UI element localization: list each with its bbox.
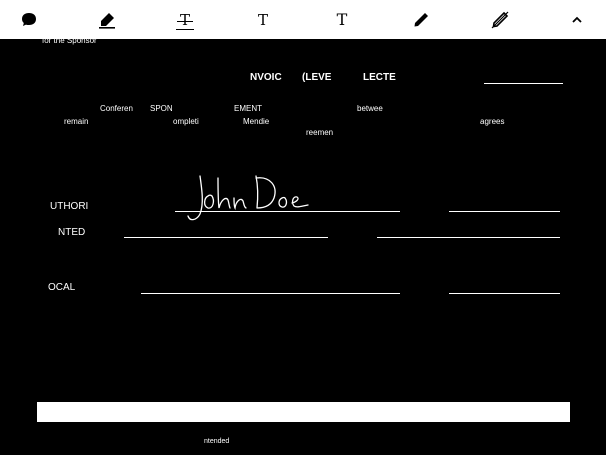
text-box-tool-button[interactable]: T <box>330 8 354 32</box>
sponsor-overflow-text: for the Sponsor <box>42 36 97 45</box>
body-text-agrees: agrees <box>480 117 505 126</box>
authorized-label: UTHORI <box>50 201 89 212</box>
body-text-conferen: Conferen <box>100 104 133 113</box>
heading-level: (LEVE <box>302 72 332 83</box>
local-name-line[interactable] <box>141 293 400 294</box>
chevron-up-icon <box>572 16 582 23</box>
heading-blank-line <box>484 83 563 84</box>
collapse-toolbar-button[interactable] <box>565 8 589 32</box>
erase-tool-button[interactable] <box>488 8 512 32</box>
body-text-spon: SPON <box>150 104 173 113</box>
signature-image <box>187 175 309 221</box>
highlight-tool-button[interactable] <box>95 8 119 32</box>
draw-tool-button[interactable] <box>409 8 433 32</box>
strikethrough-tool-button[interactable]: T <box>173 8 197 32</box>
body-text-mendie: Mendie <box>243 117 270 126</box>
text-insert-icon: T <box>257 10 268 29</box>
highlighter-icon <box>99 13 115 29</box>
page-footer-band <box>37 402 570 422</box>
body-text-remain: remain <box>64 117 89 126</box>
body-text-ompleti: ompleti <box>173 117 199 126</box>
comment-icon <box>22 13 36 26</box>
comment-tool-button[interactable] <box>17 8 41 32</box>
annotation-toolbar: T T T <box>0 0 606 39</box>
body-text-reemen: reemen <box>306 128 334 137</box>
printed-name-line[interactable] <box>124 237 328 238</box>
body-text-betwee: betwee <box>357 104 383 113</box>
printed-title-line[interactable] <box>377 237 560 238</box>
strikethrough-icon: T <box>175 12 194 30</box>
eraser-pen-icon <box>491 11 509 29</box>
text-insert-tool-button[interactable]: T <box>251 8 275 32</box>
pen-icon <box>414 13 428 27</box>
body-text-ement: EMENT <box>234 104 262 113</box>
heading-invoice: NVOIC <box>250 72 282 83</box>
local-label: OCAL <box>48 282 76 293</box>
footer-text: ntended <box>204 438 230 445</box>
authorized-date-line[interactable] <box>449 211 560 212</box>
text-box-icon: T <box>336 10 348 29</box>
heading-selected: LECTE <box>363 72 396 83</box>
printed-name-label: NTED <box>58 227 86 238</box>
local-date-line[interactable] <box>449 293 560 294</box>
